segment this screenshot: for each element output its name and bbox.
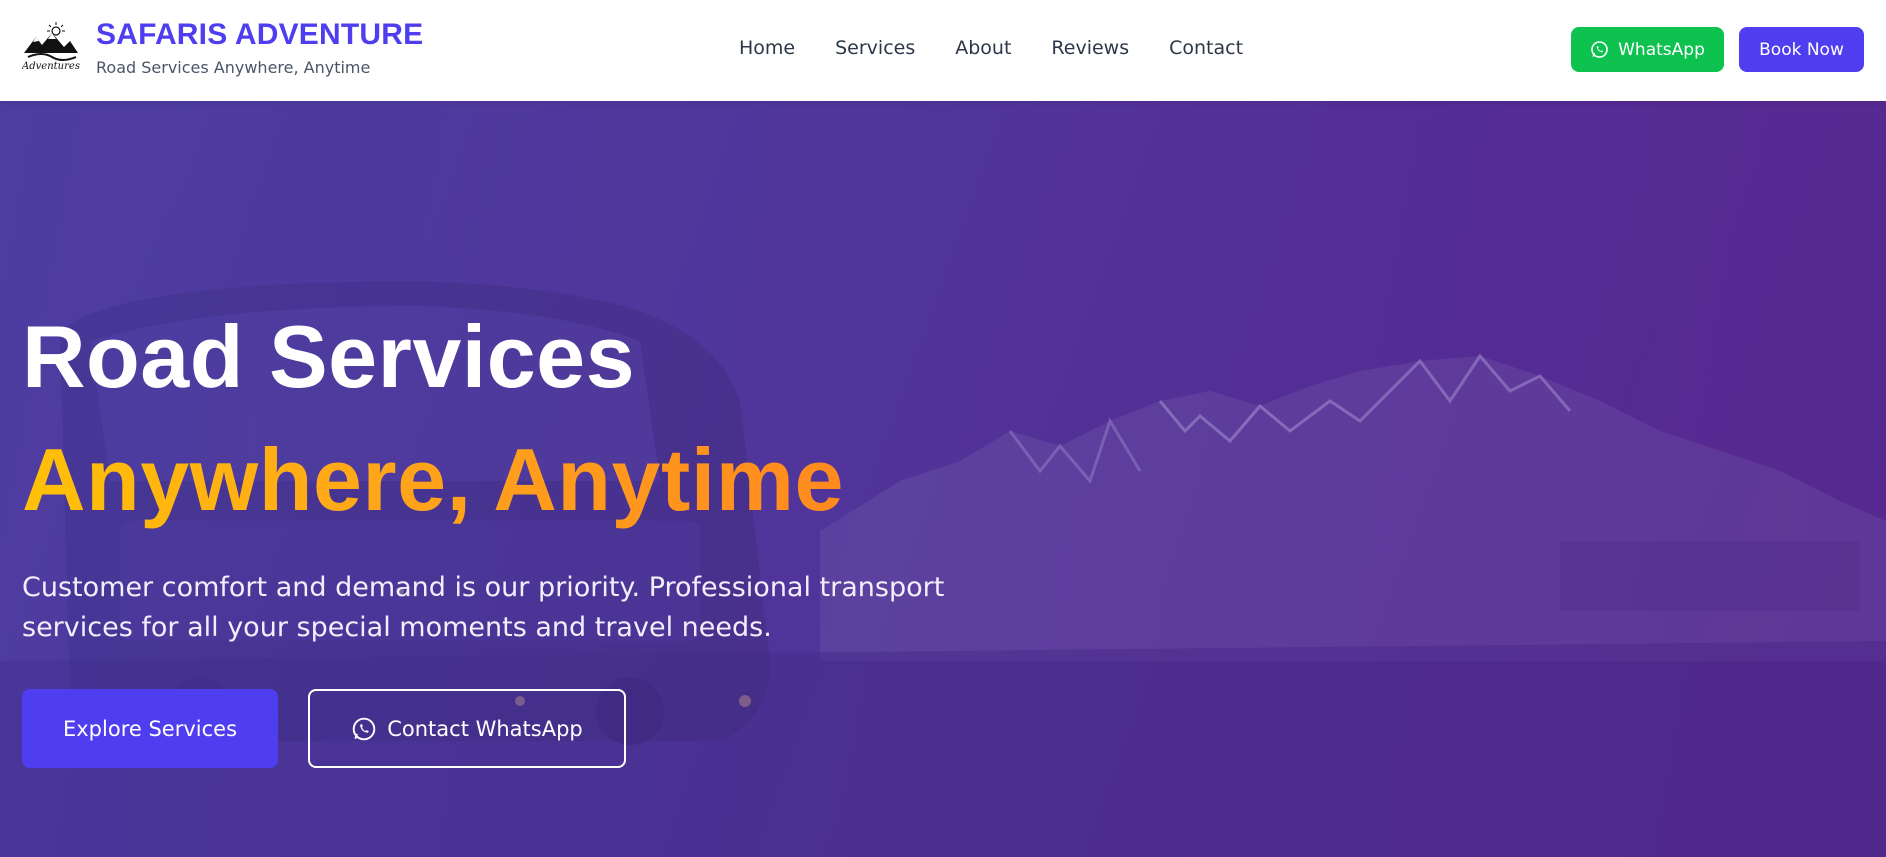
hero-description: Customer comfort and demand is our prior… [22,572,945,643]
explore-services-label: Explore Services [62,716,238,741]
book-now-label: Book Now [1759,39,1844,60]
contact-whatsapp-button[interactable]: Contact WhatsApp [308,689,626,768]
brand-tagline: Road Services Anywhere, Anytime [96,58,371,77]
nav-home[interactable]: Home [739,37,795,59]
nav-services[interactable]: Services [835,37,915,59]
contact-whatsapp-label: Contact WhatsApp [387,716,583,741]
nav-about[interactable]: About [955,37,1011,59]
whatsapp-button-label: WhatsApp [1618,39,1705,60]
explore-services-button[interactable]: Explore Services [22,689,278,768]
hero-title-line1: Road Services [22,307,636,406]
whatsapp-icon [352,717,376,740]
mountain-logo-icon: Adventures [22,19,80,77]
hero-section: Road Services Anywhere, Anytime Customer… [0,101,1886,857]
svg-text:Adventures: Adventures [22,61,80,72]
nav-reviews[interactable]: Reviews [1051,37,1129,59]
book-now-button[interactable]: Book Now [1739,27,1864,72]
brand-title[interactable]: SAFARIS ADVENTURE [96,18,423,52]
whatsapp-icon [1591,41,1608,58]
nav-contact[interactable]: Contact [1169,37,1243,59]
site-header: Adventures SAFARIS ADVENTURE Road Servic… [0,0,1886,101]
whatsapp-button[interactable]: WhatsApp [1571,27,1724,72]
main-nav: Home Services About Reviews Contact [739,37,1283,59]
brand[interactable]: Adventures SAFARIS ADVENTURE Road Servic… [22,18,423,77]
hero-title-line2: Anywhere, Anytime [22,430,844,529]
